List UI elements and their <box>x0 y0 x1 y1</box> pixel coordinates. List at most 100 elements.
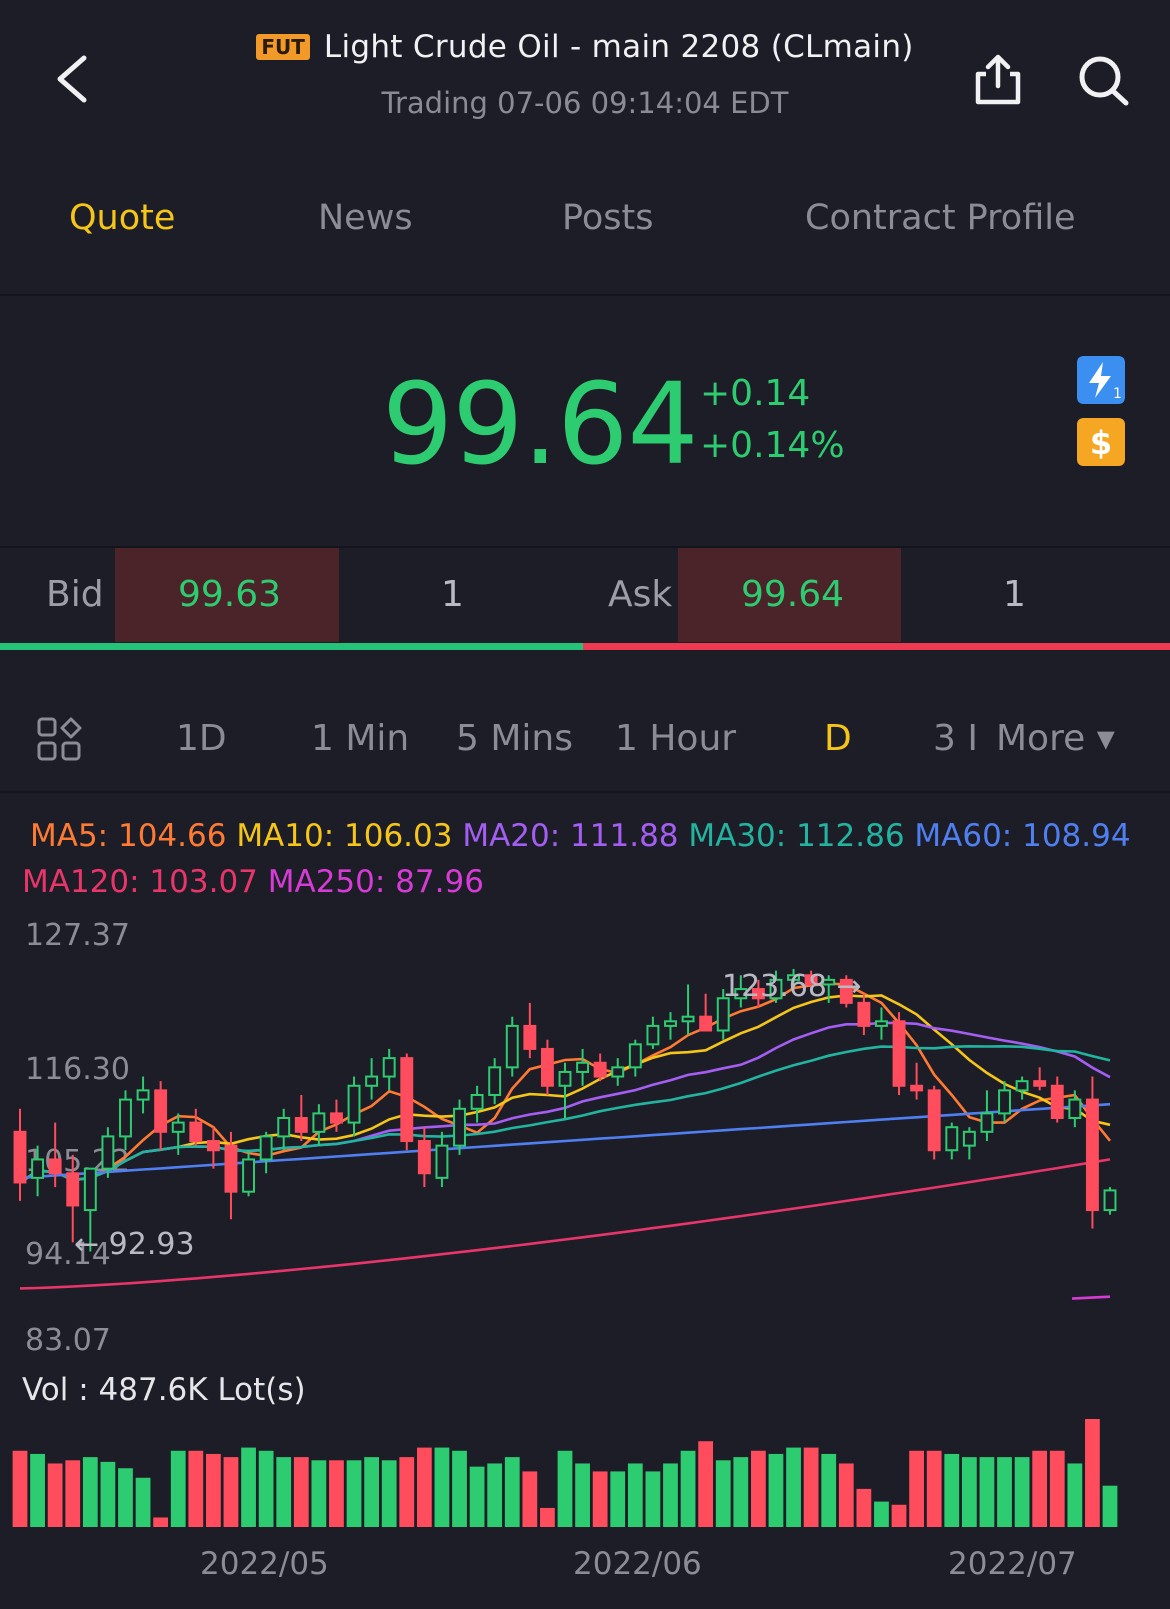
volume-chart[interactable] <box>0 1400 1170 1530</box>
candle-body <box>962 1130 976 1147</box>
period-tabs: 1D 1 Min 5 Mins 1 Hour D 3 I More ▾ <box>0 700 1170 780</box>
volume-bar <box>627 1463 643 1527</box>
candle-body <box>980 1112 994 1133</box>
volume-bar <box>856 1488 872 1527</box>
tab-posts[interactable]: Posts <box>562 198 653 238</box>
candle <box>540 1039 554 1095</box>
x-axis-label: 2022/05 <box>200 1546 329 1582</box>
volume-bar <box>47 1463 63 1527</box>
volume-bar <box>979 1457 995 1527</box>
ask-ratio-bar <box>583 643 1170 650</box>
candle-body <box>171 1121 185 1133</box>
candle <box>470 1085 484 1123</box>
volume-bar <box>504 1457 520 1527</box>
search-icon[interactable] <box>1074 50 1134 110</box>
candle-body <box>857 1001 871 1027</box>
candle <box>453 1099 466 1155</box>
tab-quote[interactable]: Quote <box>69 198 175 238</box>
candle <box>611 1058 625 1086</box>
volume-bar <box>487 1463 503 1527</box>
candle-body <box>365 1075 379 1087</box>
bid-ask-panel: Bid 99.63 1 Ask 99.64 1 <box>0 548 1170 642</box>
bid-label: Bid <box>46 574 104 615</box>
volume-bar <box>276 1457 292 1527</box>
candle <box>1085 1076 1099 1229</box>
candle <box>488 1058 502 1105</box>
candle-body <box>48 1158 62 1175</box>
volume-bar <box>170 1450 186 1527</box>
candle <box>927 1085 941 1160</box>
volume-bar <box>540 1507 555 1527</box>
period-tab-1min[interactable]: 1 Min <box>311 718 409 759</box>
candle <box>593 1053 607 1082</box>
period-tab-5mins[interactable]: 5 Mins <box>456 718 573 759</box>
ask-price: 99.64 <box>741 574 845 615</box>
candle <box>699 993 713 1032</box>
tab-contract-profile[interactable]: Contract Profile <box>805 198 1076 238</box>
bid-size: 1 <box>441 574 464 615</box>
ask-size: 1 <box>1003 574 1026 615</box>
volume-bar <box>786 1447 801 1527</box>
candle <box>980 1090 994 1142</box>
volume-bar <box>118 1468 133 1527</box>
candle-body <box>347 1084 361 1124</box>
candle <box>681 984 695 1036</box>
candle-body <box>119 1098 132 1138</box>
candle <box>294 1094 308 1142</box>
volume-bar <box>311 1460 327 1527</box>
candle-body <box>31 1158 45 1179</box>
x-axis-label: 2022/07 <box>948 1546 1077 1582</box>
volume-bar <box>1067 1463 1083 1527</box>
more-periods-dropdown[interactable]: More ▾ <box>996 718 1115 759</box>
volume-bar <box>399 1457 415 1527</box>
volume-bar <box>346 1460 362 1527</box>
volume-bar <box>416 1447 432 1527</box>
volume-bar <box>821 1453 837 1527</box>
candle-body <box>892 1020 906 1087</box>
ma10-value: MA10: 106.03 <box>236 818 453 854</box>
volume-bar <box>557 1450 573 1527</box>
candlestick-chart[interactable]: 123.68 → ← 92.93 <box>0 900 1170 1300</box>
ma-legend-row-2: MA120: 103.07 MA250: 87.96 <box>22 864 484 900</box>
candle-body <box>699 1015 713 1032</box>
volume-bar <box>135 1477 151 1527</box>
chart-layout-icon[interactable] <box>36 716 84 764</box>
volume-bar <box>381 1460 397 1527</box>
volume-bar <box>1032 1450 1048 1527</box>
share-icon[interactable] <box>968 50 1028 110</box>
tab-news[interactable]: News <box>318 198 413 238</box>
candle-body <box>611 1066 625 1078</box>
volume-bar <box>364 1457 379 1527</box>
candle-body <box>136 1089 150 1101</box>
volume-bar <box>188 1450 204 1527</box>
candle-body <box>664 1020 677 1027</box>
lightning-icon[interactable]: 1 <box>1077 356 1125 404</box>
candle-body <box>646 1024 660 1046</box>
volume-bar <box>223 1457 239 1527</box>
candle-body <box>66 1172 80 1207</box>
candle <box>945 1122 959 1160</box>
volume-bar <box>100 1461 116 1527</box>
dollar-icon[interactable]: $ <box>1077 418 1125 466</box>
volume-bar <box>329 1460 344 1527</box>
volume-bar <box>575 1463 590 1527</box>
candle-body <box>1068 1098 1082 1120</box>
volume-bar <box>838 1463 854 1527</box>
candle-body <box>417 1140 431 1175</box>
ma30-value: MA30: 112.86 <box>688 818 905 854</box>
candle <box>646 1016 660 1049</box>
period-tab-1d[interactable]: 1D <box>176 718 227 759</box>
section-tabs: Quote News Posts Contract Profile <box>0 180 1170 260</box>
futures-badge: FUT <box>256 34 310 60</box>
candle-body <box>540 1047 554 1087</box>
volume-bar <box>12 1450 28 1527</box>
period-tab-1hour[interactable]: 1 Hour <box>615 718 736 759</box>
period-tab-daily[interactable]: D <box>824 718 852 759</box>
ma-legend-row-1: MA5: 104.66 MA10: 106.03 MA20: 111.88 MA… <box>30 818 1131 854</box>
candle-body <box>330 1112 343 1124</box>
candle <box>1015 1076 1029 1100</box>
period-tab-partial[interactable]: 3 I <box>933 718 978 759</box>
volume-bar <box>997 1457 1012 1527</box>
svg-text:1: 1 <box>1113 386 1122 402</box>
candle-body <box>945 1126 959 1152</box>
